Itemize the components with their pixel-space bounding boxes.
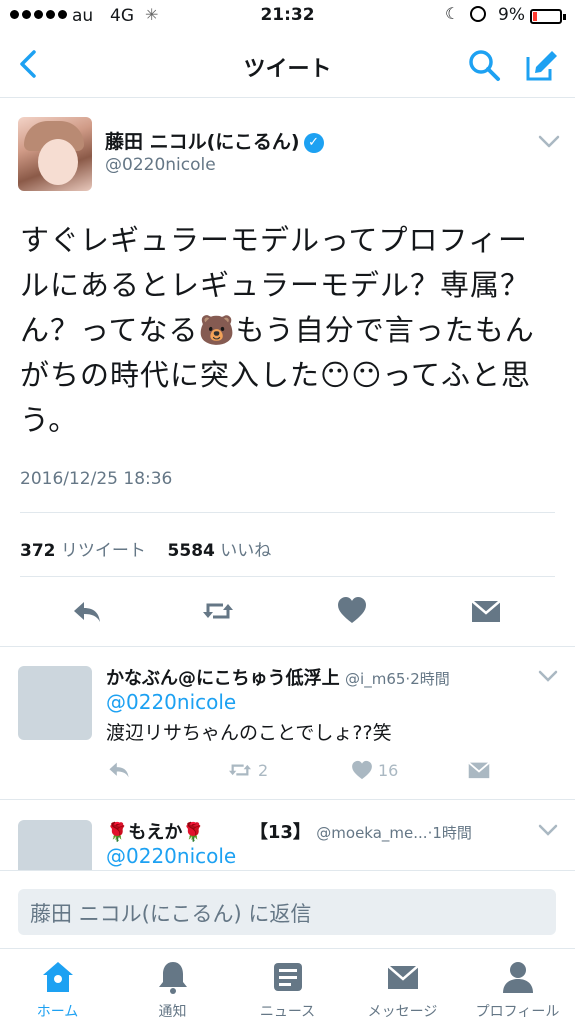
like-stat[interactable]: 5584 いいね xyxy=(168,541,272,561)
dm-action[interactable] xyxy=(466,758,492,782)
bell-icon xyxy=(158,962,187,994)
clock: 21:32 xyxy=(260,5,315,25)
reply-tweet[interactable]: かなぶん@にこちゅう低浮上 @i_m65·2時間 @0220nicole 渡辺リ… xyxy=(0,646,575,800)
author-name-text: 藤田 ニコル(にこるん) xyxy=(105,131,300,153)
like-heart-icon[interactable] xyxy=(335,594,369,628)
like-heart-icon xyxy=(352,760,372,780)
person-icon xyxy=(502,962,533,993)
retweet-label: リツイート xyxy=(60,541,146,561)
like-count: 5584 xyxy=(167,541,215,561)
tweet-text-line: がちの時代に突入した😶😶ってふと思 xyxy=(20,358,532,392)
author-handle[interactable]: @0220nicole xyxy=(105,155,216,175)
reply-author-name[interactable]: かなぶん@にこちゅう低浮上 xyxy=(106,668,340,689)
direct-message-icon xyxy=(468,761,490,779)
news-icon xyxy=(273,963,302,991)
retweet-stat[interactable]: 372 リツイート xyxy=(20,541,146,561)
search-icon[interactable] xyxy=(466,47,502,83)
envelope-icon xyxy=(386,965,419,989)
reply-text: 渡辺リサちゃんのことでしょ??笑 xyxy=(106,722,392,744)
avatar[interactable] xyxy=(18,820,92,870)
status-bar: au 4G ✳ 21:32 ☾ 9% xyxy=(0,0,575,34)
chevron-down-icon[interactable] xyxy=(538,135,560,149)
reply-author-handle: @moeka_me... xyxy=(316,824,428,842)
tab-profile[interactable]: プロフィール xyxy=(460,959,575,1021)
author-avatar[interactable] xyxy=(18,117,92,191)
tab-label: ニュース xyxy=(259,1004,316,1020)
compose-tweet-icon[interactable] xyxy=(522,47,558,83)
home-icon xyxy=(42,962,73,992)
tweet-author: 藤田 ニコル(にこるん) ✓ @0220nicole xyxy=(18,117,560,193)
tweet-timestamp: 2016/12/25 18:36 xyxy=(20,469,173,489)
tab-news[interactable]: ニュース xyxy=(230,959,345,1021)
reply-icon[interactable] xyxy=(70,594,104,628)
like-count: 16 xyxy=(378,760,399,780)
navigation-bar: ツイート xyxy=(0,34,575,98)
divider xyxy=(20,576,555,577)
tab-home[interactable]: ホーム xyxy=(0,959,115,1021)
reply-time: 1時間 xyxy=(432,824,472,842)
reply-author-name[interactable]: 🌹もえか🌹 【13】 xyxy=(106,822,311,843)
reply-time: 2時間 xyxy=(410,670,450,688)
tweet-text: すぐレギュラーモデルってプロフィー ルにあるとレギュラーモデル？専属？ ん？って… xyxy=(20,218,560,443)
reply-mention[interactable]: @0220nicole xyxy=(106,690,236,714)
tab-label: ホーム xyxy=(36,1004,79,1020)
reply-tweet[interactable]: 🌹もえか🌹 【13】 @moeka_me...·1時間 @0220nicole xyxy=(0,800,575,870)
tweet-text-line: ルにあるとレギュラーモデル？専属？ xyxy=(20,268,531,302)
tweet-stats: 372 リツイート 5584 いいね xyxy=(20,536,271,561)
reply-bar: 藤田 ニコル(にこるん) に返信 xyxy=(0,870,575,948)
tab-notifications[interactable]: 通知 xyxy=(115,959,230,1021)
do-not-disturb-icon: ☾ xyxy=(445,4,460,23)
retweet-count: 2 xyxy=(258,760,269,780)
direct-message-icon[interactable] xyxy=(469,594,503,628)
tab-bar: ホーム 通知 ニュース メッセージ プロフィール xyxy=(0,948,575,1024)
tweet-text-line: すぐレギュラーモデルってプロフィー xyxy=(20,223,528,257)
reply-mention[interactable]: @0220nicole xyxy=(106,844,236,868)
retweet-count: 372 xyxy=(20,541,56,561)
like-action[interactable]: 16 xyxy=(350,758,398,782)
reply-input[interactable]: 藤田 ニコル(にこるん) に返信 xyxy=(18,889,556,935)
battery-percentage: 9% xyxy=(498,5,525,25)
retweet-icon[interactable] xyxy=(201,594,235,628)
chevron-down-icon[interactable] xyxy=(538,824,558,836)
reply-author-handle: @i_m65 xyxy=(345,670,406,688)
battery-icon xyxy=(530,9,566,24)
divider xyxy=(20,512,555,513)
reply-icon xyxy=(109,762,129,778)
tweet-text-line: ん？ってなる🐻もう自分で言ったもん xyxy=(20,313,535,347)
avatar[interactable] xyxy=(18,666,92,740)
tab-label: プロフィール xyxy=(475,1004,560,1020)
verified-badge-icon: ✓ xyxy=(303,133,324,153)
author-name[interactable]: 藤田 ニコル(にこるん) ✓ xyxy=(105,127,324,154)
reply-header: かなぶん@にこちゅう低浮上 @i_m65·2時間 xyxy=(106,664,450,690)
tab-label: メッセージ xyxy=(367,1004,438,1020)
reply-header: 🌹もえか🌹 【13】 @moeka_me...·1時間 xyxy=(106,818,472,844)
retweet-icon xyxy=(229,764,251,776)
retweet-action[interactable]: 2 xyxy=(226,758,268,782)
rotation-lock-icon xyxy=(470,6,486,22)
tab-messages[interactable]: メッセージ xyxy=(345,959,460,1021)
reply-action[interactable] xyxy=(106,758,132,782)
tab-label: 通知 xyxy=(158,1004,187,1020)
like-label: いいね xyxy=(220,541,272,561)
chevron-down-icon[interactable] xyxy=(538,670,558,682)
tweet-actions xyxy=(0,594,575,634)
tweet-text-line: う。 xyxy=(20,403,79,437)
